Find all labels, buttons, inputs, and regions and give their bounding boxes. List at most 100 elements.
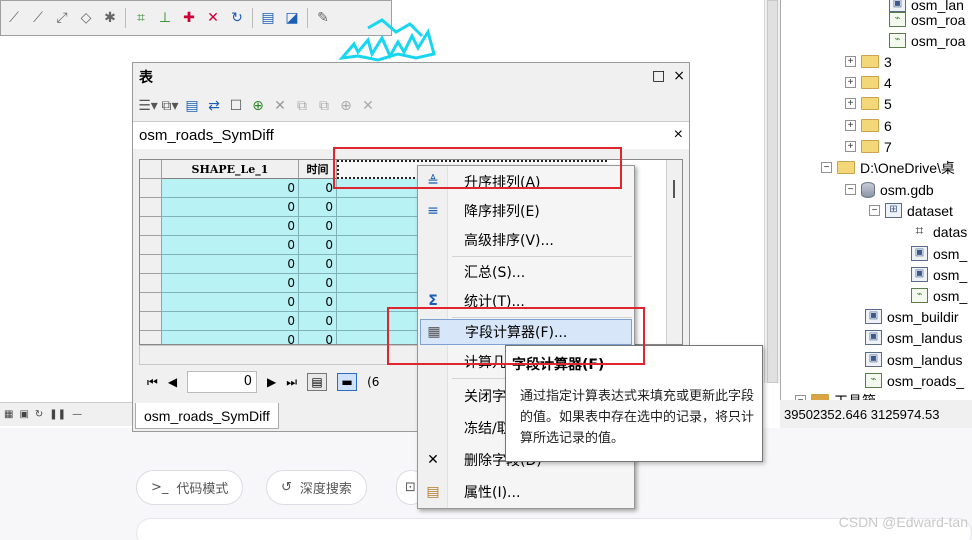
row-selector[interactable] (140, 312, 162, 331)
clear-selection-icon[interactable]: ☐ (227, 97, 245, 115)
polygon-tool-icon[interactable]: ◇ (77, 9, 95, 27)
rotate-icon[interactable]: ↻ (228, 9, 246, 27)
expand-icon[interactable]: + (845, 141, 856, 152)
row-selector[interactable] (140, 179, 162, 198)
tree-node-folder-4[interactable]: +4 (845, 72, 892, 93)
show-all-records-button[interactable]: ▤ (307, 373, 328, 391)
row-selector[interactable] (140, 198, 162, 217)
tree-node-gdb[interactable]: − osm.gdb (845, 179, 934, 200)
attributes-icon[interactable]: ▤ (259, 9, 277, 27)
row-selector[interactable] (140, 236, 162, 255)
cut-polygon-icon[interactable]: ✚ (180, 9, 198, 27)
expand-icon[interactable]: + (845, 120, 856, 131)
delete-selected-icon[interactable]: ✕ (271, 97, 289, 115)
close-button[interactable]: × (673, 68, 685, 84)
collapse-icon[interactable]: − (821, 162, 832, 173)
menu-item-summarize[interactable]: 汇总(S)... (420, 259, 632, 285)
tree-node[interactable]: ⌁ osm_roa (889, 30, 965, 51)
delete-icon[interactable]: ✕ (359, 97, 377, 115)
split-icon[interactable]: ⌗ (132, 9, 150, 27)
edit-vertex-icon[interactable]: ⟋ (5, 9, 23, 27)
collapse-icon[interactable]: − (845, 184, 856, 195)
previous-record-button[interactable]: ◀ (168, 375, 177, 389)
table-options-icon[interactable]: ☰▾ (138, 97, 158, 115)
row-selector[interactable] (140, 217, 162, 236)
line-tool-icon[interactable]: ⟋ (29, 9, 47, 27)
create-features-icon[interactable]: ✎ (314, 9, 332, 27)
cell-time[interactable]: 0 (299, 331, 337, 344)
panel-scrollbar[interactable] (764, 0, 780, 383)
layout-view-icon[interactable]: ▦ (4, 409, 13, 420)
tree-node[interactable]: ▣ osm_ (911, 243, 967, 264)
tree-node[interactable]: ▣ osm_landus (865, 349, 963, 370)
menu-item-properties[interactable]: ▤ 属性(I)... (420, 479, 632, 505)
data-view-icon[interactable]: ▣ (19, 409, 28, 420)
grid-vertical-scrollbar[interactable] (666, 160, 682, 344)
tree-node[interactable]: ⌁ osm_roa (889, 9, 965, 30)
tab-close-button[interactable]: × (674, 126, 683, 144)
copy-icon[interactable]: ⧉ (293, 97, 311, 115)
sketch-properties-icon[interactable]: ◪ (283, 9, 301, 27)
row-selector[interactable] (140, 331, 162, 344)
row-selector[interactable] (140, 274, 162, 293)
tree-node[interactable]: ▣ osm_ (911, 264, 967, 285)
scrollbar-thumb[interactable] (767, 0, 778, 383)
cell-shape-le[interactable]: 0 (162, 312, 299, 331)
deep-search-button[interactable]: ↺ 深度搜索 (266, 470, 367, 505)
cell-shape-le[interactable]: 0 (162, 179, 299, 198)
snap-icon[interactable]: ✱ (101, 9, 119, 27)
curve-tool-icon[interactable]: ⤢ (53, 9, 71, 27)
cell-time[interactable]: 0 (299, 312, 337, 331)
last-record-button[interactable]: ⏭ (286, 375, 297, 390)
expand-icon[interactable]: + (845, 98, 856, 109)
table-bottom-tab[interactable]: osm_roads_SymDiff (135, 403, 279, 429)
switch-selection-icon[interactable]: ⇄ (205, 97, 223, 115)
menu-item-advanced-sort[interactable]: 高级排序(V)... (420, 227, 632, 253)
tree-node-dataset[interactable]: − ⊞ dataset (869, 200, 953, 221)
row-selector[interactable] (140, 293, 162, 312)
related-tables-icon[interactable]: ⧉▾ (161, 97, 179, 115)
cell-shape-le[interactable]: 0 (162, 236, 299, 255)
maximize-button[interactable]: □ (652, 68, 665, 84)
row-selector-header[interactable] (140, 160, 162, 179)
cell-shape-le[interactable]: 0 (162, 255, 299, 274)
cell-shape-le[interactable]: 0 (162, 293, 299, 312)
select-by-attributes-icon[interactable]: ▤ (183, 97, 201, 115)
cell-shape-le[interactable]: 0 (162, 331, 299, 344)
scrollbar-thumb[interactable] (673, 180, 675, 198)
tree-node-folder-6[interactable]: +6 (845, 115, 892, 136)
current-record-input[interactable]: 0 (187, 371, 258, 393)
cell-time[interactable]: 0 (299, 217, 337, 236)
column-header-shape-le[interactable]: SHAPE_Le_1 (162, 160, 299, 179)
cell-shape-le[interactable]: 0 (162, 198, 299, 217)
tree-node[interactable]: ⌗ datas (911, 221, 968, 242)
code-mode-button[interactable]: >_ 代码模式 (136, 470, 244, 505)
collapse-icon[interactable]: − (869, 205, 880, 216)
paste-icon[interactable]: ⧉ (315, 97, 333, 115)
tree-node[interactable]: ⌁ osm_roads_ (865, 370, 964, 391)
tree-node[interactable]: ⌁ osm_ (911, 285, 967, 306)
tree-node-folder-5[interactable]: +5 (845, 93, 892, 114)
next-record-button[interactable]: ▶ (267, 375, 276, 389)
menu-item-sort-descending[interactable]: ≡ 降序排列(E) (420, 198, 632, 224)
pause-icon[interactable]: ❚❚ (49, 409, 66, 420)
show-selected-records-button[interactable]: ▬ (337, 373, 358, 391)
cell-time[interactable]: 0 (299, 236, 337, 255)
cell-time[interactable]: 0 (299, 179, 337, 198)
zoom-icon[interactable]: ⊕ (337, 97, 355, 115)
reshape-icon[interactable]: ⊥ (156, 9, 174, 27)
table-window-titlebar[interactable]: 表 (133, 63, 689, 91)
tree-node-folder-3[interactable]: +3 (845, 51, 892, 72)
cell-time[interactable]: 0 (299, 255, 337, 274)
tree-node-folder-7[interactable]: +7 (845, 136, 892, 157)
tree-node-onedrive[interactable]: − D:\OneDrive\桌 (821, 157, 955, 178)
cell-shape-le[interactable]: 0 (162, 274, 299, 293)
tree-node[interactable]: ▣ osm_buildir (865, 306, 959, 327)
cell-shape-le[interactable]: 0 (162, 217, 299, 236)
tree-node[interactable]: ▣ osm_landus (865, 327, 963, 348)
cell-time[interactable]: 0 (299, 274, 337, 293)
delete-vertex-icon[interactable]: ✕ (204, 9, 222, 27)
tree-node[interactable]: −工具箱 (795, 390, 876, 400)
zoom-to-selected-icon[interactable]: ⊕ (249, 97, 267, 115)
cell-time[interactable]: 0 (299, 198, 337, 217)
